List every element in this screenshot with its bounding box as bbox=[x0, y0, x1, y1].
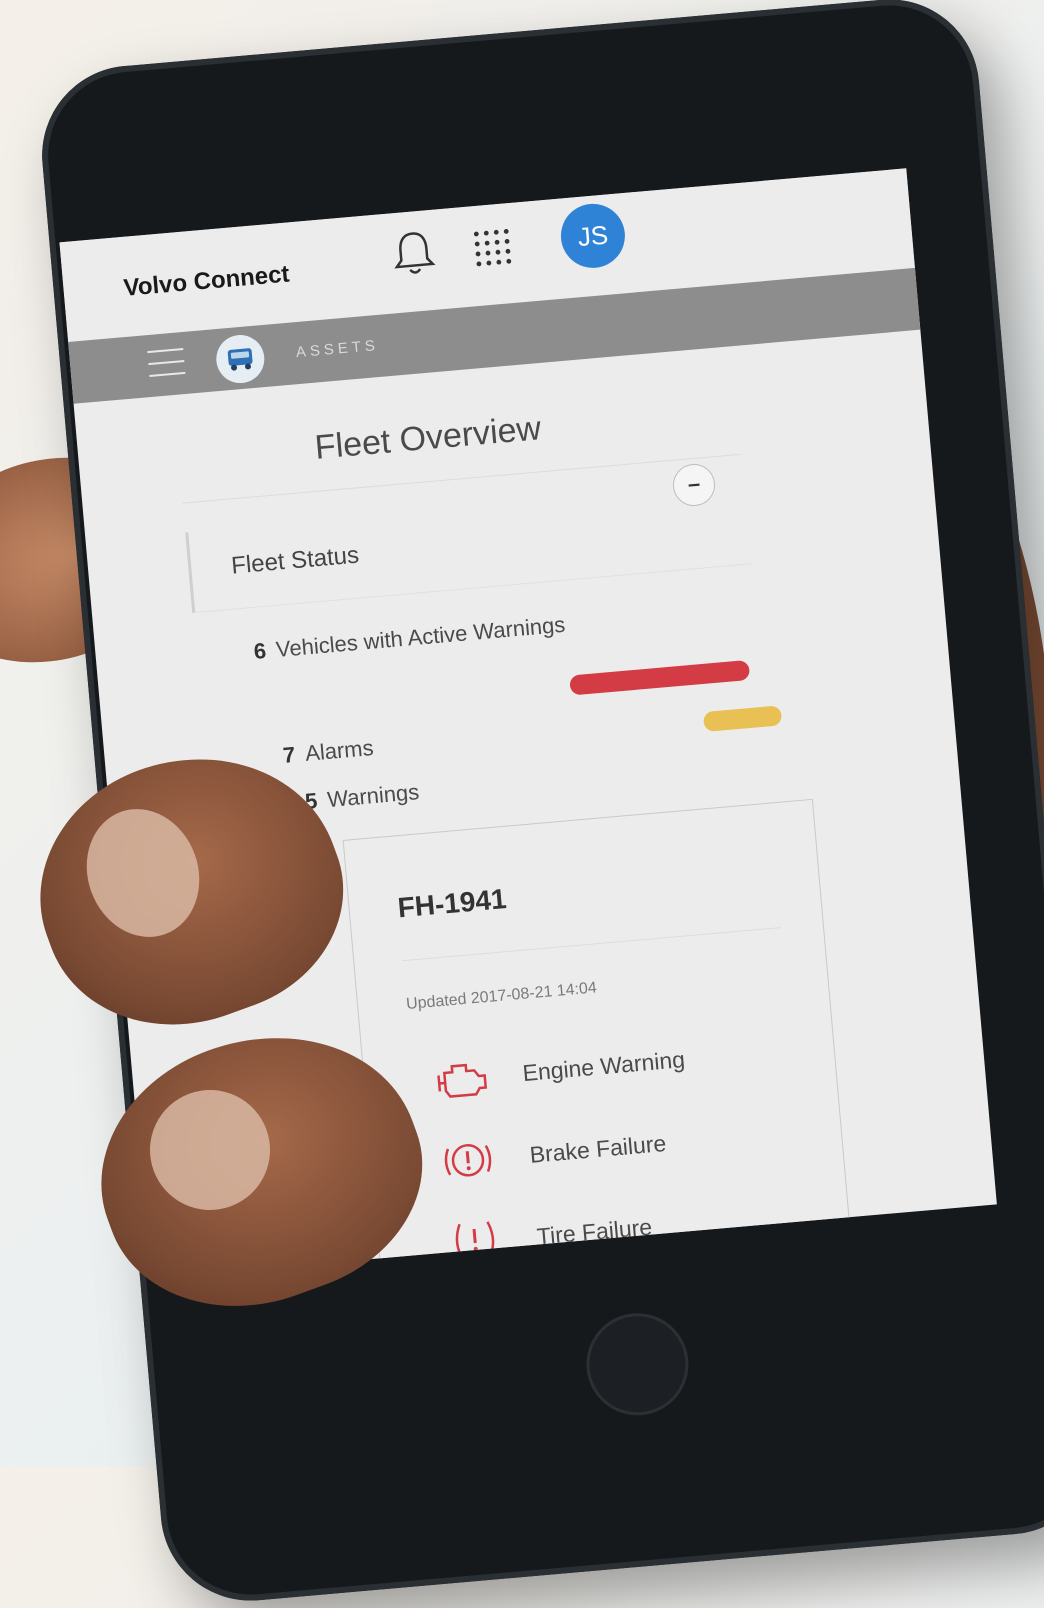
avatar[interactable]: JS bbox=[558, 201, 628, 271]
truck-icon[interactable] bbox=[214, 333, 267, 386]
alert-label: Engine Warning bbox=[521, 1046, 686, 1087]
vehicle-card[interactable]: FH-1941 Updated 2017-08-21 14:04 Engine … bbox=[342, 798, 857, 1279]
vehicles-label: Vehicles with Active Warnings bbox=[274, 611, 567, 663]
card-divider bbox=[402, 927, 781, 962]
brake-icon bbox=[438, 1133, 498, 1188]
alarms-summary[interactable]: 7 Alarms bbox=[282, 735, 375, 769]
fleet-status-panel[interactable]: Fleet Status bbox=[185, 483, 754, 614]
alarms-count: 7 bbox=[281, 741, 297, 768]
alert-label: Brake Failure bbox=[528, 1129, 668, 1168]
fleet-status-label: Fleet Status bbox=[230, 541, 361, 580]
warnings-summary[interactable]: 5 Warnings bbox=[304, 779, 420, 815]
apps-grid-icon[interactable] bbox=[470, 225, 513, 268]
page-title: Fleet Overview bbox=[313, 409, 543, 467]
warnings-bar bbox=[702, 705, 783, 733]
updated-timestamp: Updated 2017-08-21 14:04 bbox=[405, 979, 598, 1014]
bell-icon[interactable] bbox=[388, 226, 440, 280]
warnings-label: Warnings bbox=[326, 779, 421, 813]
hamburger-menu-icon[interactable] bbox=[147, 347, 186, 381]
vehicle-id: FH-1941 bbox=[396, 882, 508, 924]
section-label[interactable]: ASSETS bbox=[295, 337, 379, 361]
alert-row-engine[interactable]: Engine Warning bbox=[411, 1023, 815, 1118]
alert-row-brake[interactable]: Brake Failure bbox=[418, 1105, 822, 1200]
vehicles-count: 6 bbox=[252, 637, 268, 664]
vehicles-with-warnings: 6 Vehicles with Active Warnings bbox=[253, 612, 567, 665]
engine-icon bbox=[431, 1051, 491, 1106]
alarms-label: Alarms bbox=[304, 734, 375, 766]
alarms-bar bbox=[569, 659, 751, 696]
app-title: Volvo Connect bbox=[122, 260, 291, 302]
